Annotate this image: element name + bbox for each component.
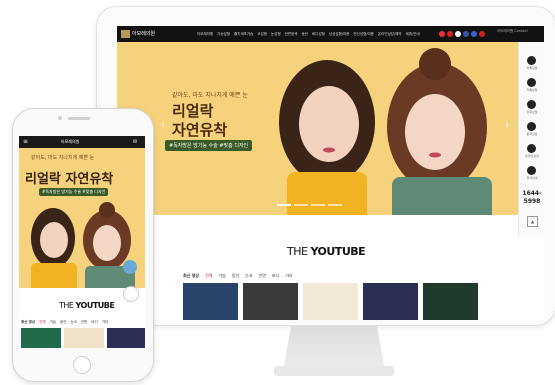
phone-number[interactable]: 1644-5998 — [520, 190, 544, 206]
scroll-top-fab-icon[interactable] — [123, 286, 139, 302]
mobile-hero-tag: #독자방은 방기능 수술 #맞춤 디자인 — [39, 188, 109, 196]
tab-item[interactable]: 기타 — [102, 320, 108, 325]
flag-vn-icon[interactable] — [479, 31, 485, 37]
hero-title: 리얼락 자연유착 — [172, 102, 228, 139]
video-thumbnail[interactable] — [183, 283, 238, 320]
side-label: 카톡상담 — [526, 66, 538, 70]
message-icon[interactable] — [527, 122, 536, 131]
video-thumbnail[interactable] — [363, 283, 418, 320]
tab-item[interactable]: 바디 — [91, 320, 97, 325]
tab-item[interactable]: 안면 — [81, 320, 87, 325]
desktop-screen: 아모레의원 아모레의원 가슴성형 줄기세포가슴 코성형 눈성형 안면윤곽 동안 … — [117, 26, 544, 320]
side-label: 카톡상담 — [526, 88, 538, 92]
menu-item[interactable]: 아모레의원 — [197, 32, 213, 37]
nav-right-text[interactable]: 아모레의원 Contact — [497, 29, 528, 34]
mobile-navbar: ≡ 아모레의원 ✉ — [19, 136, 145, 148]
tab-item[interactable]: 동안 — [232, 273, 239, 279]
phone-camera-icon — [58, 116, 62, 120]
mobile-hero-title: 리얼락 자연유착 — [25, 172, 114, 187]
video-thumbnail[interactable] — [243, 283, 298, 320]
side-label: 위치안내 — [526, 176, 538, 180]
flag-kr-icon[interactable] — [439, 31, 445, 37]
flag-us-icon[interactable] — [463, 31, 469, 37]
desktop-logo[interactable]: 아모레의원 — [121, 29, 181, 39]
video-thumbnail[interactable] — [423, 283, 478, 320]
tab-all[interactable]: 전체 — [39, 320, 45, 325]
pagination-dot[interactable] — [294, 204, 308, 206]
video-thumbnail[interactable] — [303, 283, 358, 320]
desktop-menu: 아모레의원 가슴성형 줄기세포가슴 코성형 눈성형 안면윤곽 동안 바디성형 남… — [197, 26, 420, 42]
tab-all[interactable]: 전체 — [205, 273, 212, 279]
menu-item[interactable]: 제휴/안내 — [406, 32, 420, 37]
logo-mark-icon — [121, 29, 130, 38]
hero-subtitle: 같아도, 마도 지나치게 예쁜 눈 — [172, 92, 248, 99]
menu-item[interactable]: 동안 — [302, 32, 308, 37]
mobile-youtube-thumbnails — [21, 328, 145, 348]
chat-icon[interactable] — [527, 78, 536, 87]
menu-item[interactable]: 눈성형 — [271, 32, 281, 37]
tabs-label: 최신 영상 — [183, 273, 200, 278]
side-label: 전화상담 — [526, 110, 538, 114]
tabs-label: 최신 영상 — [21, 320, 36, 324]
hero-next-arrow-icon[interactable]: › — [505, 120, 509, 131]
tab-item[interactable]: 바디 — [272, 273, 279, 279]
form-icon[interactable] — [527, 144, 536, 153]
tab-item[interactable]: 기타 — [285, 273, 292, 279]
tab-item[interactable]: 가슴 — [219, 273, 226, 279]
pagination-dot[interactable] — [311, 204, 325, 206]
heart-fab-icon[interactable] — [123, 260, 137, 274]
quick-sidebar: 카톡상담 카톡상담 전화상담 문자상담 온라인상담 위치안내 1644-5998… — [518, 42, 544, 236]
menu-item[interactable]: 줄기세포가슴 — [234, 32, 253, 37]
tab-item[interactable]: 안면 — [259, 273, 266, 279]
mobile-hero-subtitle: 같아도, 마도 지나치게 예쁜 눈 — [31, 155, 95, 161]
phone-icon[interactable] — [527, 100, 536, 109]
menu-item[interactable]: 남성성형/미용 — [329, 32, 350, 37]
tab-item[interactable]: 눈코 — [70, 320, 76, 325]
menu-item[interactable]: 안면윤곽 — [285, 32, 298, 37]
youtube-thumbnails — [183, 283, 478, 320]
youtube-tabs: 최신 영상 전체 가슴 동안 눈코 안면 바디 기타 — [183, 273, 293, 279]
tab-item[interactable]: 눈코 — [245, 273, 252, 279]
video-thumbnail[interactable] — [21, 328, 61, 348]
kakao-icon[interactable] — [527, 56, 536, 65]
side-label: 온라인상담 — [525, 154, 539, 158]
video-thumbnail[interactable] — [64, 328, 104, 348]
mobile-logo[interactable]: 아모레의원 — [61, 138, 79, 146]
side-label: 문자상담 — [526, 132, 538, 136]
video-thumbnail[interactable] — [107, 328, 145, 348]
hamburger-menu-icon[interactable]: ≡ — [23, 139, 28, 145]
scroll-top-icon[interactable]: ▲ — [527, 216, 538, 227]
flag-jp-icon[interactable] — [455, 31, 461, 37]
menu-item[interactable]: 코성형 — [257, 32, 267, 37]
monitor-stand-neck — [283, 326, 385, 370]
phone-speaker — [68, 117, 90, 120]
monitor-stand-foot — [274, 366, 394, 376]
pagination-dot[interactable] — [328, 204, 342, 206]
pagination-dot[interactable] — [277, 204, 291, 206]
tab-item[interactable]: 동안 — [60, 320, 66, 325]
tab-item[interactable]: 가슴 — [50, 320, 56, 325]
menu-item[interactable]: 바디성형 — [312, 32, 325, 37]
hero-prev-arrow-icon[interactable]: ‹ — [161, 120, 165, 131]
language-flags — [439, 31, 485, 37]
menu-item[interactable]: 온라인상담/예약 — [378, 32, 402, 37]
hero-tag: #독자방은 방기능 수술 #맞춤 디자인 — [165, 140, 253, 151]
chat-icon[interactable]: ✉ — [133, 139, 137, 145]
phone-home-button[interactable] — [73, 356, 91, 374]
menu-item[interactable]: 전신성형/미용 — [353, 32, 374, 37]
desktop-navbar: 아모레의원 아모레의원 가슴성형 줄기세포가슴 코성형 눈성형 안면윤곽 동안 … — [117, 26, 544, 42]
flag-cn-icon[interactable] — [447, 31, 453, 37]
map-pin-icon[interactable] — [527, 166, 536, 175]
menu-item[interactable]: 가슴성형 — [217, 32, 230, 37]
mobile-screen: ≡ 아모레의원 ✉ 같아도, 마도 지나치게 예쁜 눈 리얼락 자연유착 #독자… — [19, 136, 145, 349]
flag-ru-icon[interactable] — [471, 31, 477, 37]
youtube-section-title: THE YOUTUBE — [287, 245, 366, 258]
mobile-youtube-tabs: 최신 영상 전체 가슴 동안 눈코 안면 바디 기타 — [21, 320, 108, 325]
mobile-youtube-title: THE YOUTUBE — [59, 301, 115, 310]
hero-pagination — [277, 204, 342, 206]
desktop-hero-banner[interactable]: 같아도, 마도 지나치게 예쁜 눈 리얼락 자연유착 #독자방은 방기능 수술 … — [117, 42, 518, 215]
